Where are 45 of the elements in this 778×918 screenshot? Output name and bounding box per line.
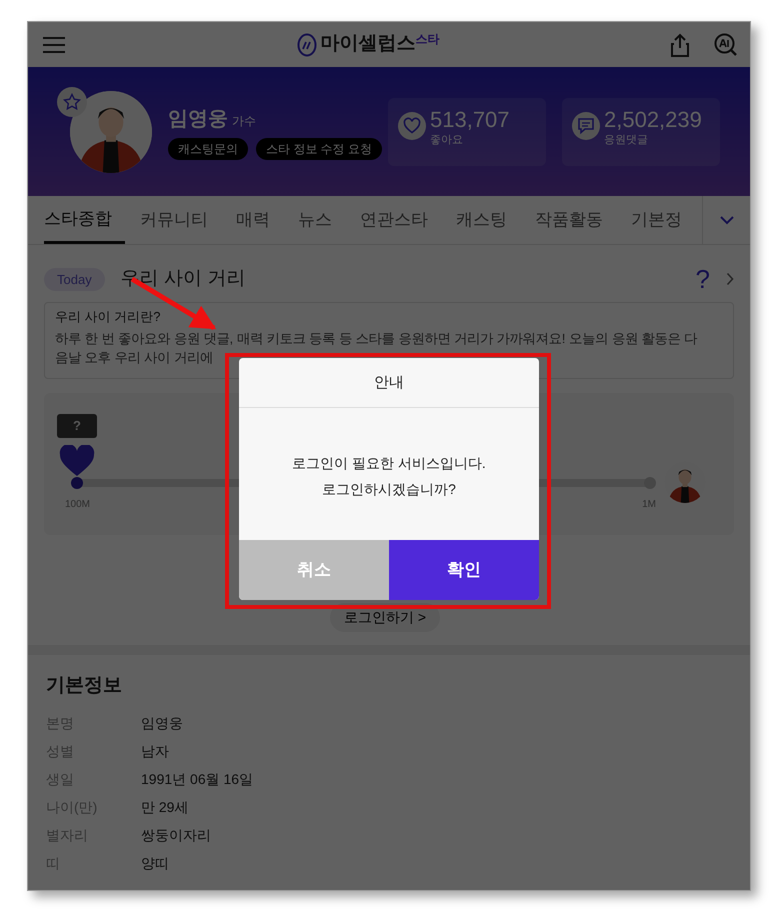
confirm-button[interactable]: 확인 bbox=[389, 540, 539, 600]
star-name: 임영웅 bbox=[168, 106, 228, 132]
info-value: 1991년 06월 16일 bbox=[141, 770, 254, 788]
tab[interactable]: 작품활동 bbox=[535, 196, 616, 244]
start-dot bbox=[71, 476, 83, 489]
help-bubble: ? bbox=[57, 414, 97, 438]
cancel-button[interactable]: 취소 bbox=[239, 540, 389, 600]
star-icon bbox=[63, 92, 81, 110]
share-icon[interactable] bbox=[670, 32, 690, 56]
today-badge: Today bbox=[44, 268, 105, 291]
heart-icon bbox=[59, 444, 95, 477]
pill-button[interactable]: 캐스팅문의 bbox=[168, 138, 248, 160]
dialog-message: 로그인이 필요한 서비스입니다. 로그인하시겠습니까? bbox=[291, 454, 487, 499]
heart-icon bbox=[403, 116, 421, 134]
menu-icon[interactable] bbox=[42, 34, 66, 54]
help-link[interactable]: ? bbox=[696, 266, 710, 292]
tab[interactable]: 뉴스 bbox=[298, 196, 345, 244]
stat-label: 좋아요 bbox=[430, 132, 464, 148]
chevron-down-icon bbox=[718, 215, 735, 225]
tab[interactable]: 캐스팅 bbox=[456, 196, 520, 244]
tab[interactable]: 스타종합 bbox=[44, 196, 125, 244]
logo-icon bbox=[296, 32, 316, 56]
stat-value: 2,502,239 bbox=[604, 108, 702, 132]
pill-button[interactable]: 스타 정보 수정 요청 bbox=[256, 138, 382, 160]
tab[interactable]: 연관스타 bbox=[360, 196, 441, 244]
favorite-button[interactable] bbox=[57, 86, 87, 116]
info-title: 우리 사이 거리란? bbox=[55, 308, 162, 326]
comment-icon bbox=[577, 116, 595, 134]
info-value: 만 29세 bbox=[141, 798, 188, 816]
section-title: 기본정보 bbox=[46, 674, 123, 698]
ai-search-icon[interactable] bbox=[714, 32, 738, 56]
chevron-right-icon[interactable] bbox=[726, 272, 734, 286]
section-title: 우리 사이 거리 bbox=[120, 267, 246, 291]
tab[interactable]: 기본정 bbox=[631, 196, 695, 244]
stat-value: 513,707 bbox=[430, 108, 510, 132]
info-value: 남자 bbox=[141, 742, 169, 760]
tab[interactable]: 매력 bbox=[236, 196, 283, 244]
info-value: 양띠 bbox=[141, 854, 169, 872]
star-role: 가수 bbox=[232, 112, 256, 130]
stat-label: 응원댓글 bbox=[604, 132, 649, 148]
info-value: 임영웅 bbox=[141, 714, 183, 732]
dialog-title: 안내 bbox=[239, 358, 539, 408]
tab[interactable]: 커뮤니티 bbox=[140, 196, 221, 244]
info-value: 쌍둥이자리 bbox=[141, 826, 211, 844]
logo-text[interactable]: 마이셀럽스$^{스타}$ bbox=[320, 30, 440, 59]
